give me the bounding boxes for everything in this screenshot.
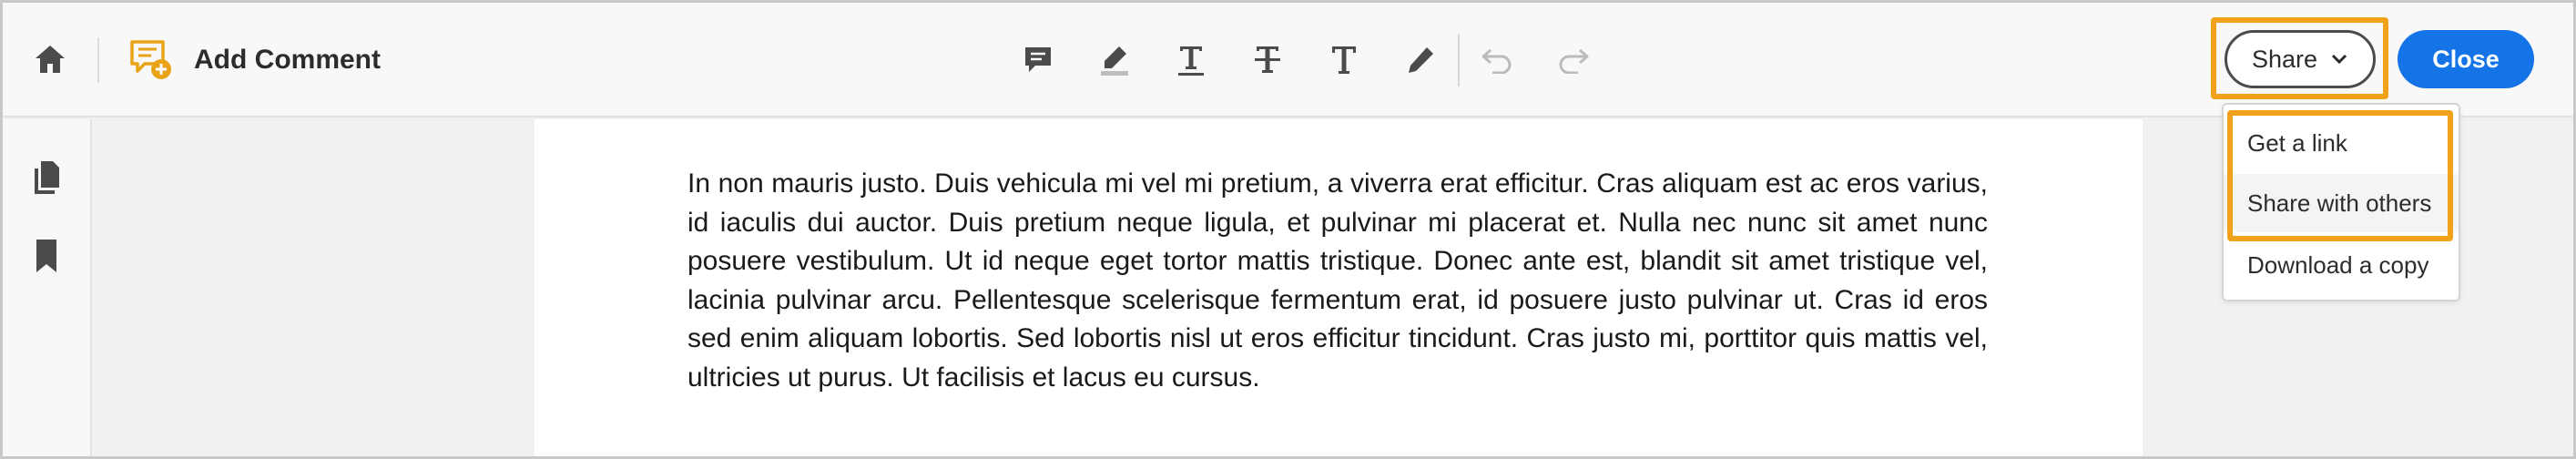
left-rail	[3, 119, 92, 456]
add-comment-icon	[130, 40, 171, 79]
pages-panel-button[interactable]	[26, 158, 66, 198]
share-button-label: Share	[2251, 45, 2318, 73]
undo-icon	[1481, 48, 1512, 74]
highlight-icon	[1101, 46, 1128, 76]
menu-item-download-a-copy[interactable]: Download a copy	[2224, 236, 2459, 294]
comment-tools	[1013, 34, 1625, 87]
strikethrough-tool[interactable]	[1243, 36, 1292, 85]
document-paragraph: In non mauris justo. Duis vehicula mi ve…	[687, 168, 1988, 393]
bookmark-icon	[36, 240, 56, 272]
home-icon	[36, 46, 65, 73]
redo-button[interactable]	[1549, 36, 1598, 85]
toolbar-divider	[1458, 34, 1460, 87]
underline-tool[interactable]	[1166, 36, 1216, 85]
strikethrough-text-icon	[1255, 46, 1280, 73]
redo-icon	[1559, 48, 1589, 74]
pages-icon	[35, 161, 59, 194]
home-button[interactable]	[30, 39, 70, 79]
mode-indicator: Add Comment	[128, 36, 381, 85]
undo-button[interactable]	[1472, 36, 1522, 85]
add-text-tool[interactable]	[1319, 36, 1369, 85]
close-button[interactable]: Close	[2398, 30, 2534, 88]
menu-items-highlight	[2227, 110, 2453, 241]
draw-pencil-icon	[1409, 47, 1433, 73]
underline-text-icon	[1178, 46, 1204, 76]
toolbar-divider	[97, 37, 99, 83]
top-toolbar: Add Comment Share Close	[3, 3, 2573, 117]
highlight-tool[interactable]	[1090, 36, 1139, 85]
document-page: In non mauris justo. Duis vehicula mi ve…	[535, 119, 2143, 456]
chevron-down-icon	[2331, 54, 2347, 65]
share-button[interactable]: Share	[2225, 30, 2376, 88]
add-text-icon	[1332, 46, 1356, 74]
app-window: Add Comment Share Close In non mauris ju…	[0, 0, 2576, 459]
draw-tool[interactable]	[1396, 36, 1445, 85]
sticky-note-icon	[1025, 47, 1051, 72]
sticky-note-tool[interactable]	[1013, 36, 1063, 85]
bookmarks-panel-button[interactable]	[26, 236, 66, 276]
mode-label: Add Comment	[194, 45, 381, 75]
